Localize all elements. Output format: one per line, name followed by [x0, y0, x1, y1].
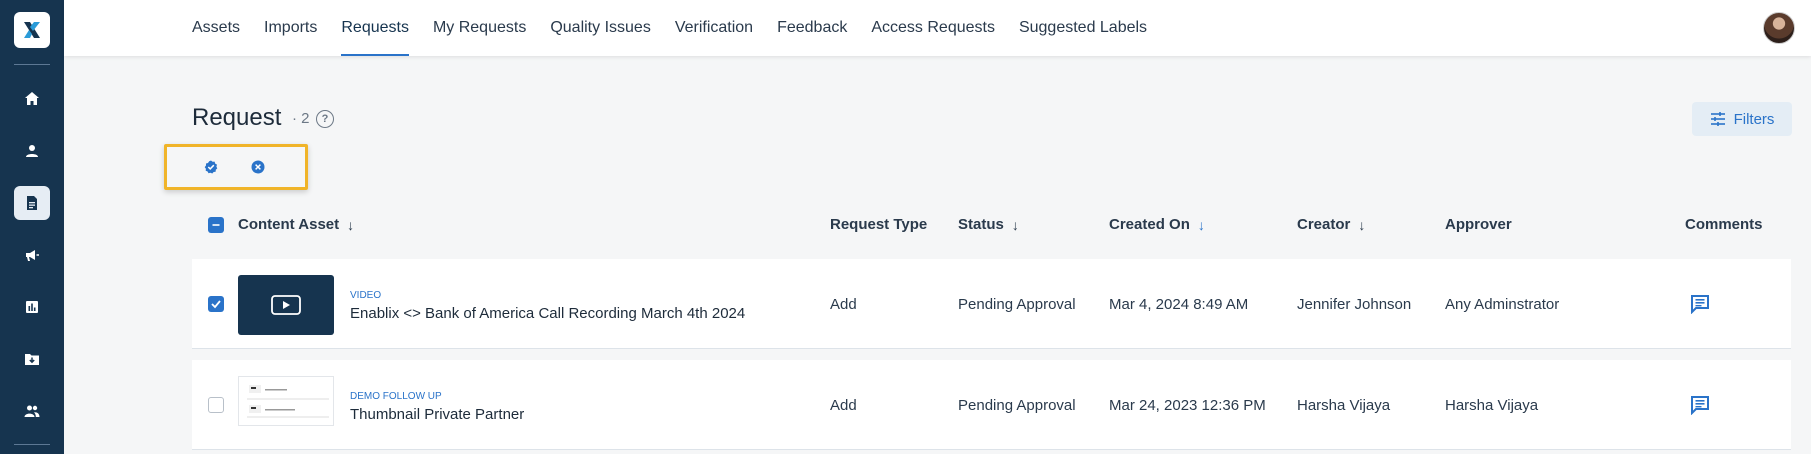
sidebar-item-person[interactable]: [14, 134, 50, 168]
table-row[interactable]: DEMO FOLLOW UP Thumbnail Private Partner…: [192, 360, 1791, 450]
analytics-icon: [26, 301, 38, 313]
column-label: Created On: [1109, 216, 1190, 233]
column-comments: Comments: [1685, 216, 1763, 233]
created-on: Mar 4, 2024 8:49 AM: [1109, 296, 1249, 313]
column-label: Content Asset: [238, 216, 340, 233]
approver: Harsha Vijaya: [1445, 397, 1539, 414]
play-icon: [271, 295, 301, 315]
sort-arrow-active-icon[interactable]: ↓: [1198, 217, 1205, 233]
request-type: Add: [830, 296, 857, 313]
sidebar-divider: [14, 444, 50, 445]
column-approver: Approver: [1445, 216, 1512, 233]
status: Pending Approval: [958, 397, 1076, 414]
sidebar-item-documents[interactable]: [14, 186, 50, 220]
document-preview-icon: [247, 385, 329, 418]
page-title: Request: [192, 104, 282, 131]
column-label: Creator: [1297, 216, 1351, 233]
tab-imports[interactable]: Imports: [252, 0, 329, 56]
asset-type: VIDEO: [350, 290, 382, 301]
sidebar-item-users[interactable]: [14, 394, 50, 428]
creator: Jennifer Johnson: [1297, 296, 1412, 313]
created-on: Mar 24, 2023 12:36 PM: [1109, 397, 1266, 414]
filters-button[interactable]: Filters: [1692, 102, 1792, 136]
sidebar-item-campaigns[interactable]: [14, 238, 50, 272]
top-navigation-bar: Assets Imports Requests My Requests Qual…: [64, 0, 1811, 56]
tab-verification[interactable]: Verification: [663, 0, 765, 56]
sort-arrow-icon[interactable]: ↓: [347, 217, 354, 233]
folder-download-icon: [25, 354, 39, 365]
request-count: · 2: [292, 110, 310, 127]
sidebar-item-home[interactable]: [14, 82, 50, 116]
tab-assets[interactable]: Assets: [192, 0, 252, 56]
tune-icon: [1710, 112, 1725, 126]
campaign-icon: [26, 250, 39, 261]
asset-type: DEMO FOLLOW UP: [350, 391, 442, 402]
home-icon: [25, 92, 39, 105]
asset-name[interactable]: Thumbnail Private Partner: [350, 406, 524, 423]
column-request-type: Request Type: [830, 216, 927, 233]
table-row[interactable]: VIDEO Enablix <> Bank of America Call Re…: [192, 259, 1791, 349]
filters-label: Filters: [1733, 110, 1775, 128]
select-all-checkbox[interactable]: [208, 217, 224, 233]
tab-feedback[interactable]: Feedback: [765, 0, 859, 56]
document-thumbnail[interactable]: [238, 376, 334, 426]
unchecked-checkbox-icon: [208, 397, 224, 413]
sort-arrow-icon[interactable]: ↓: [1012, 217, 1019, 233]
sidebar: [0, 0, 64, 454]
app-logo[interactable]: [14, 12, 50, 48]
column-label: Status: [958, 216, 1004, 233]
column-label: Comments: [1685, 216, 1763, 233]
asset-name[interactable]: Enablix <> Bank of America Call Recordin…: [350, 305, 745, 322]
tab-my-requests[interactable]: My Requests: [421, 0, 538, 56]
nav-tabs: Assets Imports Requests My Requests Qual…: [192, 0, 1159, 56]
approve-icon[interactable]: [204, 160, 218, 174]
tab-requests[interactable]: Requests: [329, 0, 421, 56]
sidebar-item-import[interactable]: [14, 342, 50, 376]
sort-arrow-icon[interactable]: ↓: [1358, 217, 1365, 233]
column-label: Request Type: [830, 216, 928, 233]
tab-quality-issues[interactable]: Quality Issues: [538, 0, 662, 56]
comment-icon[interactable]: [1690, 395, 1710, 415]
row-checkbox[interactable]: [208, 397, 224, 413]
help-icon[interactable]: ?: [316, 110, 334, 128]
row-checkbox[interactable]: [208, 296, 224, 312]
column-label: Approver: [1445, 216, 1512, 233]
table-header: Content Asset ↓ Request Type Status ↓ Cr…: [192, 210, 1791, 240]
person-icon: [26, 145, 38, 157]
reject-icon[interactable]: [251, 160, 265, 174]
document-icon: [27, 196, 37, 210]
indeterminate-checkbox-icon: [208, 217, 224, 233]
tab-suggested-labels[interactable]: Suggested Labels: [1007, 0, 1159, 56]
column-creator[interactable]: Creator ↓: [1297, 216, 1365, 233]
approver: Any Adminstrator: [1445, 296, 1560, 313]
request-type: Add: [830, 397, 857, 414]
column-status[interactable]: Status ↓: [958, 216, 1019, 233]
sidebar-item-analytics[interactable]: [14, 290, 50, 324]
video-thumbnail[interactable]: [238, 275, 334, 335]
user-avatar[interactable]: [1763, 12, 1795, 44]
comment-icon[interactable]: [1690, 294, 1710, 314]
creator: Harsha Vijaya: [1297, 397, 1391, 414]
bulk-actions-highlight: [164, 144, 308, 190]
checked-checkbox-icon: [208, 296, 224, 312]
status: Pending Approval: [958, 296, 1076, 313]
people-icon: [24, 405, 40, 417]
tab-access-requests[interactable]: Access Requests: [859, 0, 1007, 56]
column-created-on[interactable]: Created On ↓: [1109, 216, 1205, 233]
column-content-asset[interactable]: Content Asset ↓: [238, 216, 354, 233]
x-logo-icon: [24, 22, 40, 38]
sidebar-divider: [14, 64, 50, 65]
